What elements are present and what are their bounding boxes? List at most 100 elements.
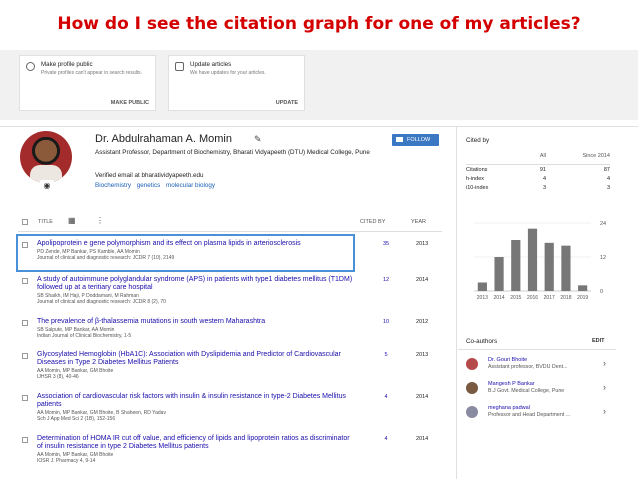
stats-row: h-index 4 4	[466, 176, 610, 185]
make-public-card: Make profile public Private profiles can…	[19, 55, 156, 111]
stat-label: h-index	[466, 176, 485, 182]
table-header: TITLE ▦ ⋮ CITED BY YEAR	[22, 216, 442, 228]
cited-by-title: Cited by	[466, 137, 490, 144]
page-headline: How do I see the citation graph for one …	[57, 14, 581, 34]
cited-count[interactable]: 4	[376, 394, 396, 400]
follow-label: FOLLOW	[407, 137, 431, 143]
stat-all: 4	[542, 176, 546, 182]
interest-link[interactable]: genetics	[137, 182, 160, 189]
bar-2018	[561, 245, 571, 291]
y-tick-label: 0	[600, 289, 603, 295]
card-subtitle: We have updates for your articles.	[190, 70, 266, 76]
article-title[interactable]: Determination of HOMA IR cut off value, …	[37, 435, 357, 451]
interest-link[interactable]: Biochemistry	[95, 182, 131, 189]
coauthor-avatar	[466, 382, 478, 394]
coauthor-item[interactable]: Dr. Gouri Bhoite Assistant professor, BV…	[466, 356, 616, 376]
row-checkbox[interactable]	[22, 278, 28, 284]
article-title[interactable]: Association of cardiovascular risk facto…	[37, 393, 357, 409]
cited-by-sort-header[interactable]: CITED BY	[360, 219, 385, 225]
row-checkbox[interactable]	[22, 320, 28, 326]
title-sort-header[interactable]: TITLE	[38, 219, 53, 225]
coauthor-avatar	[466, 406, 478, 418]
article-title[interactable]: The prevalence of β-thalassemia mutation…	[37, 318, 357, 326]
article-year: 2014	[416, 394, 429, 400]
edit-pencil-icon[interactable]: ✎	[254, 134, 262, 145]
bar-2016	[527, 228, 538, 291]
stats-row: Citations 91 87	[466, 167, 610, 176]
coauthor-desc: Assistant professor, BVDU Dent...	[488, 364, 568, 370]
cited-count[interactable]: 12	[376, 277, 396, 283]
citation-stats-table: All Since 2014 Citations 91 87 h-index 4…	[466, 153, 610, 194]
interest-link[interactable]: molecular biology	[166, 182, 215, 189]
coauthor-avatar	[466, 358, 478, 370]
coauthors-divider	[458, 349, 616, 350]
x-tick-label: 2017	[544, 295, 555, 301]
article-title[interactable]: A study of autoimmune polyglandular synd…	[37, 276, 357, 292]
cited-count[interactable]: 5	[376, 352, 396, 358]
row-checkbox[interactable]	[22, 395, 28, 401]
profile-affiliation: Assistant Professor, Department of Bioch…	[95, 149, 370, 156]
article-year: 2012	[416, 319, 429, 325]
stat-label: i10-index	[466, 185, 489, 191]
bar-2013	[477, 282, 487, 291]
research-interests: Biochemistry genetics molecular biology	[95, 182, 219, 189]
bar-2014	[494, 257, 504, 291]
divider	[0, 126, 638, 127]
article-journal: Journal of clinical and diagnostic resea…	[37, 299, 166, 305]
coauthor-name[interactable]: meghana padwal	[488, 405, 530, 411]
x-tick-label: 2015	[510, 295, 521, 301]
profile-email: Verified email at bharatividyapeeth.edu	[95, 172, 204, 179]
row-checkbox[interactable]	[22, 437, 28, 443]
highlight-box	[16, 234, 355, 272]
x-tick-label: 2018	[560, 295, 571, 301]
article-year: 2013	[416, 352, 429, 358]
select-all-checkbox[interactable]	[22, 219, 28, 225]
add-to-library-icon[interactable]: ▦	[68, 216, 76, 225]
card-subtitle: Private profiles can't appear in search …	[41, 70, 143, 76]
year-sort-header[interactable]: YEAR	[411, 219, 426, 225]
avatar[interactable]	[20, 131, 72, 183]
chevron-right-icon[interactable]: ›	[603, 382, 606, 392]
cited-count[interactable]: 10	[376, 319, 396, 325]
update-articles-card: Update articles We have updates for your…	[168, 55, 305, 111]
cited-count[interactable]: 4	[376, 436, 396, 442]
article-journal: Sch J App Med Sci 2 (1B), 152-156	[37, 416, 116, 422]
article-journal: IOSR J. Pharmacy 4, 9-14	[37, 458, 96, 464]
x-tick-label: 2016	[527, 295, 538, 301]
article-journal: IJHSR 3 (8), 40-46	[37, 374, 79, 380]
stat-since: 87	[603, 167, 610, 173]
row-checkbox[interactable]	[22, 353, 28, 359]
library-add-icon	[175, 62, 184, 71]
chevron-right-icon[interactable]: ›	[603, 406, 606, 416]
cited-count[interactable]: 35	[376, 241, 396, 247]
camera-icon[interactable]: ◉	[40, 180, 54, 191]
stat-label: Citations	[466, 167, 488, 173]
stats-header-row: All Since 2014	[466, 153, 610, 165]
table-header-divider	[18, 231, 442, 232]
article-title[interactable]: Glycosylated Hemoglobin (HbA1C): Associa…	[37, 351, 357, 367]
coauthor-desc: Professor and Head Department ...	[488, 412, 571, 418]
article-year: 2014	[416, 436, 429, 442]
x-tick-label: 2013	[477, 295, 488, 301]
stat-all: 3	[542, 185, 546, 191]
coauthor-name[interactable]: Dr. Gouri Bhoite	[488, 357, 527, 363]
stat-all: 91	[539, 167, 546, 173]
bar-2017	[544, 242, 554, 291]
sidebar-divider	[456, 127, 457, 479]
y-tick-label: 12	[600, 255, 606, 261]
make-public-button[interactable]: MAKE PUBLIC	[111, 100, 149, 106]
more-options-icon[interactable]: ⋮	[96, 216, 104, 225]
citations-chart: 24 12 0 2013 2014 2015 2016 2017 2018 2019	[474, 221, 606, 301]
profile-name: Dr. Abdulrahaman A. Momin	[95, 133, 232, 145]
article-year: 2014	[416, 277, 429, 283]
card-title: Make profile public	[41, 61, 93, 68]
chevron-right-icon[interactable]: ›	[603, 358, 606, 368]
coauthor-item[interactable]: Mangesh P Bankar B.J Govt. Medical Colle…	[466, 380, 616, 400]
coauthor-name[interactable]: Mangesh P Bankar	[488, 381, 535, 387]
follow-button[interactable]: FOLLOW	[392, 134, 439, 146]
update-button[interactable]: UPDATE	[276, 100, 298, 106]
coauthors-edit-button[interactable]: EDIT	[592, 338, 605, 344]
coauthor-item[interactable]: meghana padwal Professor and Head Depart…	[466, 404, 616, 424]
stat-since: 3	[606, 185, 610, 191]
card-title: Update articles	[190, 61, 232, 68]
